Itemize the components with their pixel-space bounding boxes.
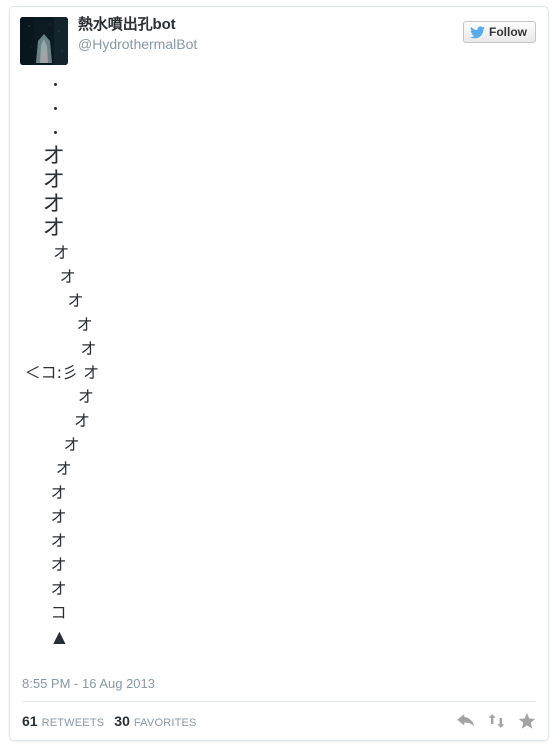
ascii-art-squid: ・・・オオオオオオオオオ＜コ:彡 オオオオオオオオオオコ ▲ <box>22 73 536 649</box>
retweet-icon[interactable] <box>487 714 506 728</box>
tweet-footer: 8:55 PM - 16 Aug 2013 61 RETWEETS 30 FAV… <box>10 672 548 740</box>
ascii-art-line: オ <box>80 339 97 358</box>
user-screen-name[interactable]: @HydrothermalBot <box>78 35 197 54</box>
ascii-art-line: ＜コ:彡 オ <box>24 363 100 382</box>
ascii-art-line: オ <box>74 411 91 430</box>
ascii-art-line: オ <box>59 267 76 286</box>
ascii-art-line: ・ <box>48 124 64 142</box>
embedded-tweet-card: 熱水噴出孔bot @HydrothermalBot Follow ・・・オオオオ… <box>9 6 549 741</box>
ascii-art-line: オ <box>50 555 67 574</box>
follow-button-label: Follow <box>489 25 527 39</box>
ascii-art-line: オ <box>50 531 67 550</box>
twitter-bird-icon <box>470 25 485 38</box>
avatar-image <box>20 17 68 65</box>
ascii-art-line: オ <box>67 291 84 310</box>
ascii-art-line: オ <box>63 435 80 454</box>
ascii-art-line: オ <box>42 192 65 217</box>
ascii-art-line: オ <box>50 507 67 526</box>
ascii-art-line: オ <box>42 168 65 193</box>
ascii-art-line: オ <box>55 459 72 478</box>
tweet-stats-bar: 61 RETWEETS 30 FAVORITES <box>22 701 536 740</box>
ascii-art-line: ・ <box>48 100 64 118</box>
ascii-art-line: オ <box>50 483 67 502</box>
avatar[interactable] <box>20 17 68 65</box>
ascii-art-line: ・ <box>48 76 64 94</box>
ascii-art-line: ▲ <box>53 627 66 646</box>
retweet-label: RETWEETS <box>41 717 105 729</box>
tweet-stats: 61 RETWEETS 30 FAVORITES <box>22 713 203 729</box>
tweet-header: 熱水噴出孔bot @HydrothermalBot Follow <box>10 7 548 69</box>
ascii-art-line: オ <box>50 579 67 598</box>
favorite-label: FAVORITES <box>133 717 197 729</box>
tweet-body: ・・・オオオオオオオオオ＜コ:彡 オオオオオオオオオオコ ▲ <box>10 69 548 669</box>
favorite-count[interactable]: 30 <box>114 713 130 729</box>
user-identity: 熱水噴出孔bot @HydrothermalBot <box>78 15 197 54</box>
reply-icon[interactable] <box>457 714 475 728</box>
ascii-art-line: オ <box>76 315 93 334</box>
retweet-count[interactable]: 61 <box>22 713 38 729</box>
ascii-art-line: コ <box>50 603 67 622</box>
ascii-art-line: オ <box>42 216 65 241</box>
ascii-art-line: オ <box>53 243 70 262</box>
user-full-name[interactable]: 熱水噴出孔bot <box>78 15 197 34</box>
favorite-icon[interactable] <box>518 712 536 730</box>
follow-button[interactable]: Follow <box>463 21 536 43</box>
tweet-actions <box>457 712 536 730</box>
tweet-timestamp[interactable]: 8:55 PM - 16 Aug 2013 <box>22 672 536 701</box>
ascii-art-line: オ <box>42 144 65 169</box>
ascii-art-line: オ <box>77 387 94 406</box>
